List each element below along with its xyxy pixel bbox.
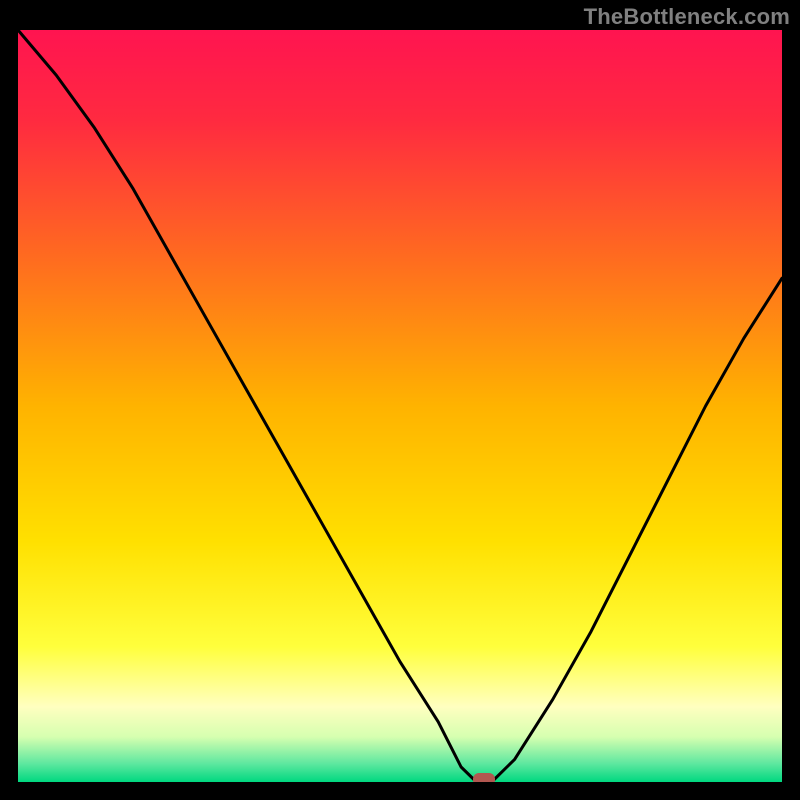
attribution-text: TheBottleneck.com <box>584 4 790 30</box>
plot-svg <box>18 30 782 782</box>
plot-area <box>18 30 782 782</box>
gradient-background <box>18 30 782 782</box>
chart-frame: TheBottleneck.com <box>0 0 800 800</box>
optimal-marker <box>473 773 495 782</box>
